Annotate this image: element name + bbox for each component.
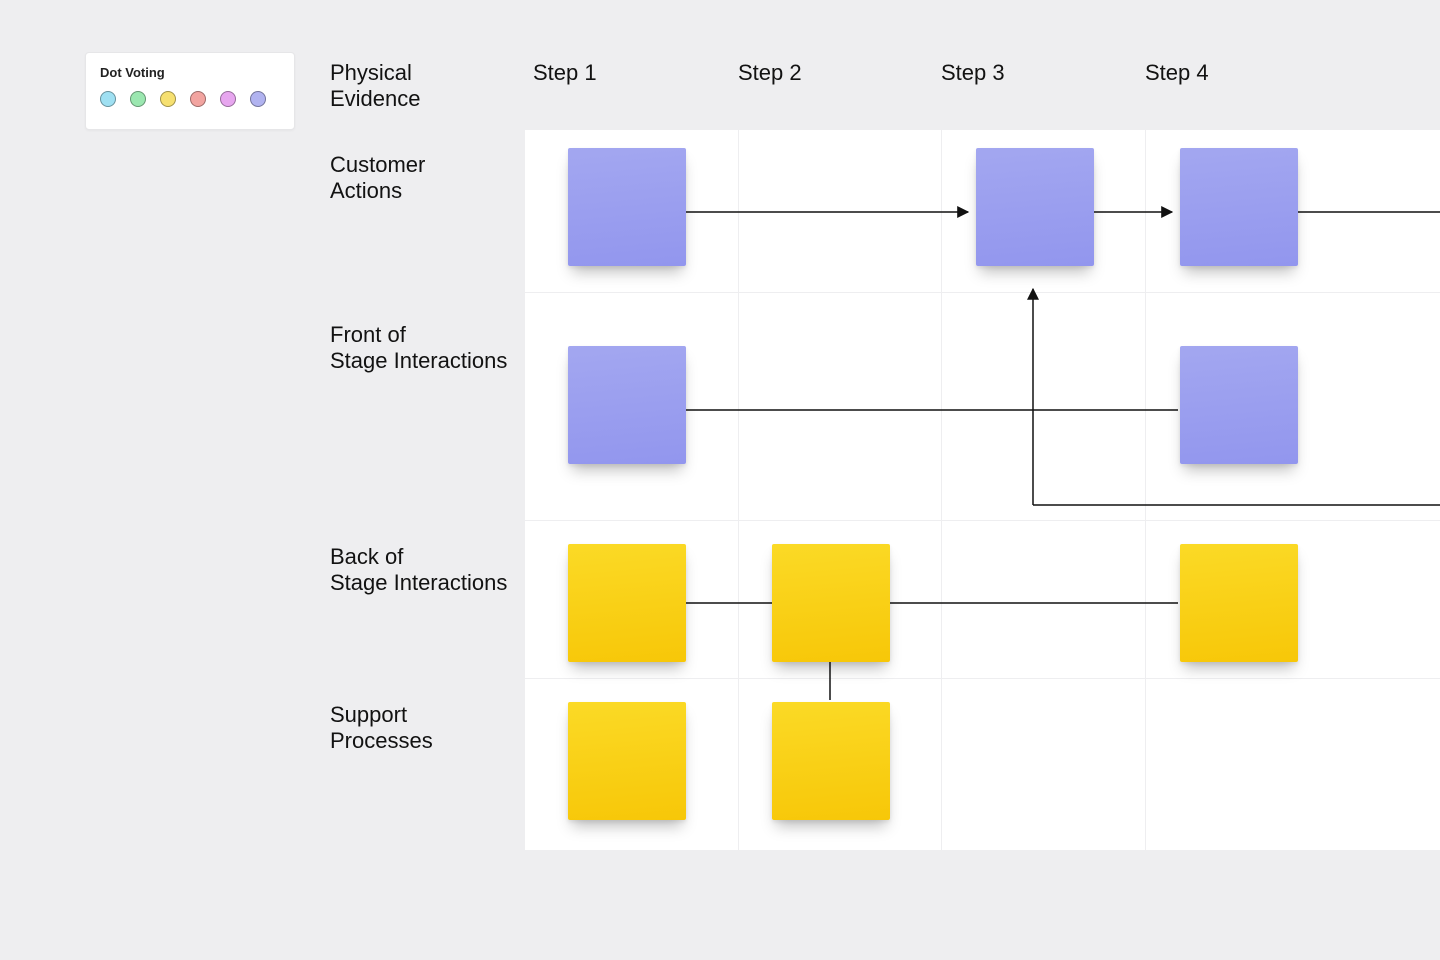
sticky-note[interactable] [1180,148,1298,266]
row-label-3: Back ofStage Interactions [330,544,507,597]
sticky-note[interactable] [1180,346,1298,464]
row-label-4: SupportProcesses [330,702,433,755]
sticky-note[interactable] [772,702,890,820]
column-divider [738,130,739,850]
dot-voting-title: Dot Voting [100,65,280,80]
lane-divider [525,292,1440,293]
dot-voting-dots [100,91,280,107]
vote-dot-5[interactable] [250,91,266,107]
column-divider [941,130,942,850]
vote-dot-3[interactable] [190,91,206,107]
sticky-note[interactable] [1180,544,1298,662]
vote-dot-1[interactable] [130,91,146,107]
col-label-2: Step 3 [941,60,1005,86]
vote-dot-2[interactable] [160,91,176,107]
col-label-3: Step 4 [1145,60,1209,86]
lane-divider [525,520,1440,521]
vote-dot-0[interactable] [100,91,116,107]
row-label-1: CustomerActions [330,152,425,205]
dot-voting-panel: Dot Voting [85,52,295,130]
vote-dot-4[interactable] [220,91,236,107]
row-label-2: Front ofStage Interactions [330,322,507,375]
lane-divider [525,678,1440,679]
sticky-note[interactable] [772,544,890,662]
column-divider [1145,130,1146,850]
sticky-note[interactable] [568,346,686,464]
col-label-1: Step 2 [738,60,802,86]
sticky-note[interactable] [568,148,686,266]
col-label-0: Step 1 [533,60,597,86]
sticky-note[interactable] [568,702,686,820]
row-label-0: PhysicalEvidence [330,60,421,113]
sticky-note[interactable] [976,148,1094,266]
service-blueprint-grid: PhysicalEvidence CustomerActions Front ofS… [320,60,1440,860]
sticky-note[interactable] [568,544,686,662]
